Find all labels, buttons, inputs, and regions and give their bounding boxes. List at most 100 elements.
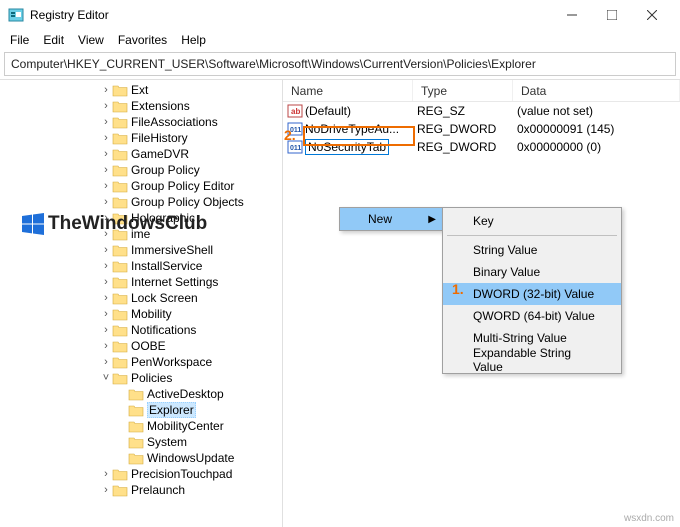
menu-view[interactable]: View (72, 31, 110, 49)
menu-favorites[interactable]: Favorites (112, 31, 173, 49)
ctx-item[interactable]: Binary Value (443, 261, 621, 283)
tree-item[interactable]: › Holographic (0, 210, 282, 226)
tree-toggle-icon[interactable]: › (100, 292, 112, 304)
tree-item[interactable]: ›Prelaunch (0, 482, 282, 498)
ctx-item[interactable]: QWORD (64-bit) Value (443, 305, 621, 327)
tree-toggle-icon[interactable]: › (100, 196, 112, 208)
tree-item[interactable]: ›FileHistory (0, 130, 282, 146)
tree-toggle-icon[interactable]: › (100, 132, 112, 144)
col-type[interactable]: Type (413, 80, 513, 101)
tree-item-label: Group Policy (131, 163, 200, 177)
minimize-button[interactable] (552, 0, 592, 30)
folder-icon (112, 275, 128, 289)
tree-item[interactable]: › Lock Screen (0, 290, 282, 306)
list-row[interactable]: 011NoSecurityTabREG_DWORD0x00000000 (0) (283, 138, 680, 156)
tree-item[interactable]: ›Ext (0, 82, 282, 98)
folder-icon (112, 163, 128, 177)
tree-item[interactable]: WindowsUpdate (0, 450, 282, 466)
value-name: (Default) (305, 104, 351, 118)
col-data[interactable]: Data (513, 80, 680, 101)
folder-icon (112, 147, 128, 161)
tree-toggle-icon[interactable]: › (100, 340, 112, 352)
tree-item[interactable]: ›Mobility (0, 306, 282, 322)
folder-icon (112, 323, 128, 337)
tree-item[interactable]: › OOBE (0, 338, 282, 354)
tree-item[interactable]: ›ime (0, 226, 282, 242)
tree-toggle-icon[interactable]: › (100, 228, 112, 240)
chevron-right-icon: ▶ (428, 214, 436, 225)
tree-item-label: Holographic (131, 211, 195, 225)
tree-toggle-icon[interactable]: › (100, 324, 112, 336)
tree-item[interactable]: ›Notifications (0, 322, 282, 338)
tree-item[interactable]: System (0, 434, 282, 450)
list-row[interactable]: ab(Default)REG_SZ(value not set) (283, 102, 680, 120)
tree-pane[interactable]: ›Ext›Extensions›FileAssociations›FileHis… (0, 80, 283, 527)
maximize-button[interactable] (592, 0, 632, 30)
menu-edit[interactable]: Edit (37, 31, 70, 49)
tree-toggle-icon[interactable]: › (100, 356, 112, 368)
value-data: 0x00000091 (145) (513, 122, 680, 136)
tree-item[interactable]: › GameDVR (0, 146, 282, 162)
titlebar: Registry Editor (0, 0, 680, 30)
tree-toggle-icon[interactable]: › (100, 308, 112, 320)
tree-item[interactable]: Explorer (0, 402, 282, 418)
ctx-item-new[interactable]: New ▶ (340, 208, 442, 230)
folder-icon (128, 435, 144, 449)
tree-item-label: OOBE (131, 339, 166, 353)
tree-item-label: PrecisionTouchpad (131, 467, 232, 481)
address-text: Computer\HKEY_CURRENT_USER\Software\Micr… (11, 57, 536, 71)
tree-item[interactable]: ›ImmersiveShell (0, 242, 282, 258)
tree-item[interactable]: › Extensions (0, 98, 282, 114)
ctx-item[interactable]: Expandable String Value (443, 349, 621, 371)
string-icon: ab (287, 103, 303, 119)
tree-item-label: FileAssociations (131, 115, 218, 129)
folder-icon (112, 483, 128, 497)
callout-label-2: 2. (284, 127, 296, 143)
tree-item[interactable]: ›Group Policy Editor (0, 178, 282, 194)
tree-item[interactable]: MobilityCenter (0, 418, 282, 434)
tree-toggle-icon[interactable]: › (100, 212, 112, 224)
tree-toggle-icon[interactable]: › (100, 180, 112, 192)
list-row[interactable]: 011NoDriveTypeAu...REG_DWORD0x00000091 (… (283, 120, 680, 138)
tree-item-label: GameDVR (131, 147, 189, 161)
tree-item[interactable]: ›InstallService (0, 258, 282, 274)
tree-item-label: Extensions (131, 99, 190, 113)
tree-item-label: Internet Settings (131, 275, 218, 289)
ctx-item[interactable]: DWORD (32-bit) Value (443, 283, 621, 305)
address-bar[interactable]: Computer\HKEY_CURRENT_USER\Software\Micr… (4, 52, 676, 76)
window-controls (552, 0, 672, 30)
tree-toggle-icon[interactable]: › (100, 116, 112, 128)
tree-item[interactable]: › Group Policy (0, 162, 282, 178)
menu-file[interactable]: File (4, 31, 35, 49)
tree-item[interactable]: › PrecisionTouchpad (0, 466, 282, 482)
tree-item[interactable]: › PenWorkspace (0, 354, 282, 370)
tree-toggle-icon[interactable]: › (100, 164, 112, 176)
tree-toggle-icon[interactable]: › (100, 484, 112, 496)
close-button[interactable] (632, 0, 672, 30)
menubar: File Edit View Favorites Help (0, 30, 680, 50)
tree-item[interactable]: ActiveDesktop (0, 386, 282, 402)
value-type: REG_SZ (413, 104, 513, 118)
tree-item[interactable]: ˅Policies (0, 370, 282, 386)
tree-item[interactable]: › FileAssociations (0, 114, 282, 130)
tree-toggle-icon[interactable]: › (100, 276, 112, 288)
folder-icon (128, 387, 144, 401)
tree-item[interactable]: ›Group Policy Objects (0, 194, 282, 210)
value-name-editing[interactable]: NoSecurityTab (305, 139, 389, 155)
tree-toggle-icon[interactable]: › (100, 260, 112, 272)
value-name: NoDriveTypeAu... (305, 122, 399, 136)
tree-item-label: Lock Screen (131, 291, 198, 305)
ctx-item[interactable]: String Value (443, 239, 621, 261)
tree-toggle-icon[interactable]: › (100, 468, 112, 480)
tree-toggle-icon[interactable]: › (100, 244, 112, 256)
ctx-item[interactable]: Key (443, 210, 621, 232)
tree-toggle-icon[interactable]: › (100, 84, 112, 96)
menu-help[interactable]: Help (175, 31, 212, 49)
tree-toggle-icon[interactable]: › (100, 100, 112, 112)
tree-item-label: PenWorkspace (131, 355, 212, 369)
tree-item[interactable]: › Internet Settings (0, 274, 282, 290)
tree-toggle-icon[interactable]: ˅ (100, 372, 112, 384)
tree-toggle-icon[interactable]: › (100, 148, 112, 160)
folder-icon (112, 243, 128, 257)
col-name[interactable]: Name (283, 80, 413, 101)
